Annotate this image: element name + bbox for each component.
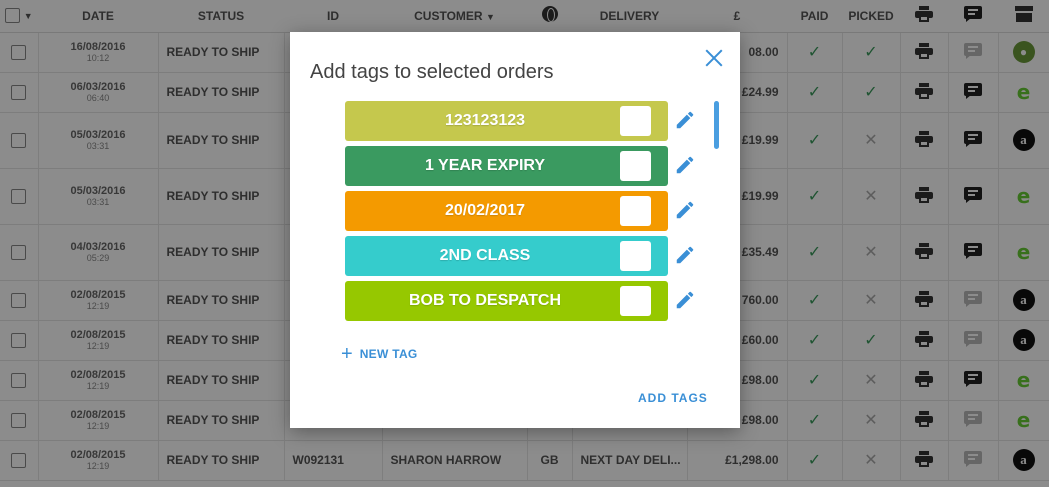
- tag-checkbox[interactable]: [620, 151, 651, 181]
- plus-icon: +: [341, 343, 353, 365]
- new-tag-label: NEW TAG: [359, 347, 418, 361]
- tag-row: 123123123: [345, 101, 705, 146]
- tag-label: 2ND CLASS: [439, 247, 531, 264]
- tag-checkbox[interactable]: [620, 241, 651, 271]
- tag-row: BOB TO DESPATCH: [345, 281, 705, 326]
- tag-row: 1 YEAR EXPIRY: [345, 146, 705, 191]
- tag-pill[interactable]: 20/02/2017: [345, 191, 668, 231]
- close-icon[interactable]: [702, 46, 726, 70]
- app-root: ▼ DATE STATUS ID CUSTOMER ▼ DELIVERY £ P…: [0, 0, 1049, 487]
- tag-row: 2ND CLASS: [345, 236, 705, 281]
- pencil-icon[interactable]: [674, 199, 696, 221]
- pencil-icon[interactable]: [674, 289, 696, 311]
- tag-checkbox[interactable]: [620, 106, 651, 136]
- tag-list: 123123123 1 YEAR EXPIRY 20/02/2017 2ND CLAS…: [345, 101, 705, 326]
- tag-pill[interactable]: 123123123: [345, 101, 668, 141]
- pencil-icon[interactable]: [674, 244, 696, 266]
- tag-label: BOB TO DESPATCH: [408, 292, 561, 309]
- tag-checkbox[interactable]: [620, 286, 651, 316]
- pencil-icon[interactable]: [674, 109, 696, 131]
- dialog-title: Add tags to selected orders: [310, 61, 554, 83]
- tag-label: 123123123: [444, 112, 526, 129]
- tag-pill[interactable]: 1 YEAR EXPIRY: [345, 146, 668, 186]
- add-tags-dialog: Add tags to selected orders 123123123 1 Y…: [290, 32, 740, 428]
- tag-checkbox[interactable]: [620, 196, 651, 226]
- new-tag-button[interactable]: + NEW TAG: [341, 344, 418, 364]
- tag-label: 1 YEAR EXPIRY: [424, 157, 546, 174]
- pencil-icon[interactable]: [674, 154, 696, 176]
- tag-pill[interactable]: 2ND CLASS: [345, 236, 668, 276]
- tag-pill[interactable]: BOB TO DESPATCH: [345, 281, 668, 321]
- tag-label: 20/02/2017: [444, 202, 526, 219]
- scrollbar[interactable]: [714, 101, 719, 149]
- tag-row: 20/02/2017: [345, 191, 705, 236]
- add-tags-button[interactable]: ADD TAGS: [638, 391, 708, 405]
